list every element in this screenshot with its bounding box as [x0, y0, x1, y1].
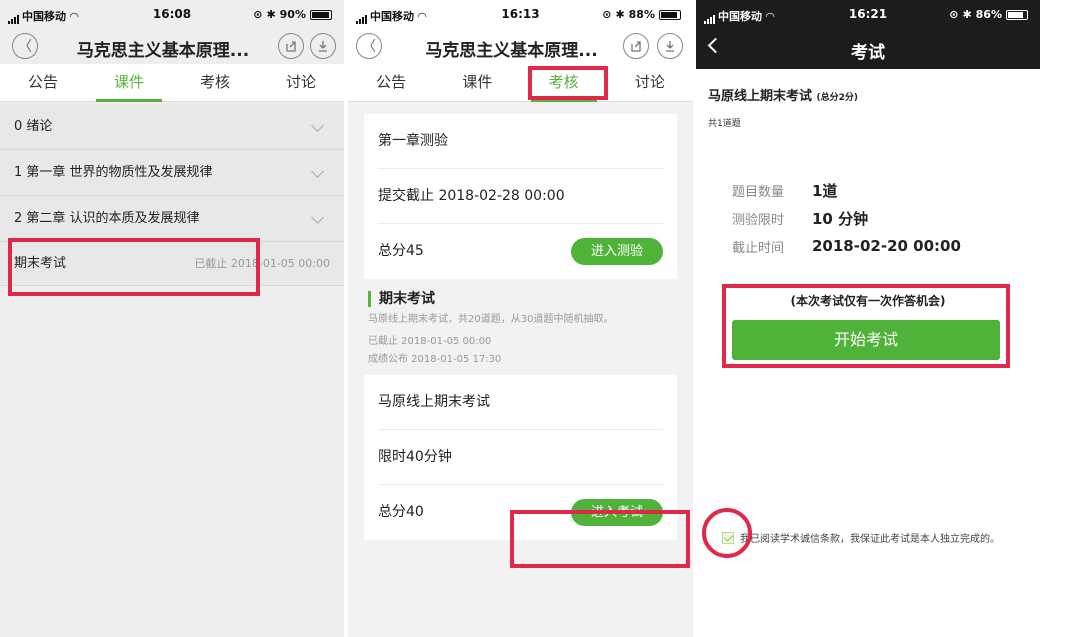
- nav-bar: 〈 马克思主义基本原理...: [0, 30, 344, 64]
- rotation-lock-icon: ⊙: [949, 8, 959, 21]
- question-count: 共1道题: [708, 119, 741, 129]
- nav-bar: 〈 马克思主义基本原理...: [348, 30, 693, 64]
- final-exam-row[interactable]: 期末考试 已截止 2018-01-05 00:00: [0, 242, 344, 286]
- share-icon: [631, 41, 641, 52]
- status-bar: 中国移动 ◠ 16:21 ⊙ ✱ 86%: [696, 0, 1040, 30]
- quiz-score: 总分45: [378, 243, 424, 259]
- battery-percent: 86%: [975, 8, 1002, 21]
- agreement-checkbox[interactable]: [722, 531, 734, 544]
- tab-announcement[interactable]: 公告: [0, 64, 86, 101]
- share-icon: [286, 41, 296, 52]
- info-row: 截止时间 2018-02-20 00:00: [732, 237, 961, 256]
- tab-discussion[interactable]: 讨论: [258, 64, 344, 101]
- rotation-lock-icon: ⊙: [253, 8, 263, 21]
- tab-courseware[interactable]: 课件: [434, 64, 520, 101]
- bluetooth-icon: ✱: [962, 8, 972, 21]
- exam-score: 总分40: [378, 504, 424, 520]
- rotation-lock-icon: ⊙: [602, 8, 612, 21]
- section-published: 成绩公布 2018-01-05 17:30: [368, 354, 502, 365]
- tab-announcement[interactable]: 公告: [348, 64, 434, 101]
- enter-exam-button[interactable]: 进入考试: [571, 499, 663, 526]
- panel-course-materials: 中国移动 ◠ 16:08 ⊙ ✱ 90% 〈 马克思主义基本原理... 公告 课…: [0, 0, 344, 637]
- download-button[interactable]: [657, 33, 683, 59]
- bluetooth-icon: ✱: [615, 8, 625, 21]
- start-exam-button[interactable]: 开始考试: [732, 320, 1000, 360]
- quiz-deadline: 提交截止 2018-02-28 00:00: [378, 169, 663, 224]
- chapter-row-1[interactable]: 1 第一章 世界的物质性及发展规律: [0, 150, 344, 196]
- enter-quiz-button[interactable]: 进入测验: [571, 238, 663, 265]
- panel-exam: 中国移动 ◠ 16:21 ⊙ ✱ 86% 考试 马原线上期末考试 (总分2分) …: [696, 0, 1040, 637]
- exam-card: 马原线上期末考试 限时40分钟 总分40 进入考试: [364, 375, 677, 540]
- battery-icon: [1006, 9, 1028, 20]
- page-title: 考试: [851, 43, 885, 63]
- back-button[interactable]: 〈: [356, 33, 382, 59]
- tab-bar: 公告 课件 考核 讨论: [348, 64, 693, 102]
- page-title: 马克思主义基本原理...: [76, 41, 250, 61]
- section-closed: 已截止 2018-01-05 00:00: [368, 336, 492, 347]
- download-button[interactable]: [310, 33, 336, 59]
- share-button[interactable]: [278, 33, 304, 59]
- status-bar: 中国移动 ◠ 16:13 ⊙ ✱ 88%: [348, 0, 693, 30]
- tab-discussion[interactable]: 讨论: [607, 64, 693, 101]
- nav-bar: 中国移动 ◠ 16:21 ⊙ ✱ 86% 考试: [696, 0, 1040, 69]
- exam-total-score: (总分2分): [816, 93, 859, 103]
- integrity-agreement: 我已阅读学术诚信条款，我保证此考试是本人独立完成的。: [722, 530, 1000, 545]
- download-icon: [319, 41, 327, 52]
- quiz-name: 第一章测验: [378, 114, 663, 169]
- back-button[interactable]: 〈: [12, 33, 38, 59]
- single-attempt-notice: (本次考试仅有一次作答机会): [790, 294, 946, 308]
- tab-assessment[interactable]: 考核: [172, 64, 258, 101]
- tab-bar: 公告 课件 考核 讨论: [0, 64, 344, 102]
- bluetooth-icon: ✱: [266, 8, 276, 21]
- quiz-card: 第一章测验 提交截止 2018-02-28 00:00 总分45 进入测验: [364, 114, 677, 279]
- agreement-text: 我已阅读学术诚信条款，我保证此考试是本人独立完成的。: [740, 534, 1000, 545]
- info-row: 测验限时 10 分钟: [732, 209, 869, 228]
- page-title: 马克思主义基本原理...: [425, 41, 598, 61]
- info-row: 题目数量 1道: [732, 181, 838, 200]
- battery-percent: 88%: [628, 8, 655, 21]
- final-exam-deadline: 已截止 2018-01-05 00:00: [194, 257, 330, 270]
- battery-icon: [659, 9, 681, 20]
- battery-icon: [310, 9, 332, 20]
- chevron-down-icon: [311, 211, 324, 224]
- exam-time-limit: 限时40分钟: [378, 430, 663, 485]
- exam-info: 题目数量 1道 测验限时 10 分钟 截止时间 2018-02-20 00:00: [732, 176, 961, 260]
- chevron-left-icon: 〈: [18, 39, 32, 55]
- battery-percent: 90%: [279, 8, 306, 21]
- final-exam-section: 期末考试 马原线上期末考试，共20道题，从30道题中随机抽取。 已截止 2018…: [348, 279, 693, 375]
- exam-name: 马原线上期末考试: [378, 375, 663, 430]
- tab-courseware[interactable]: 课件: [86, 64, 172, 102]
- panel-assessment: 中国移动 ◠ 16:13 ⊙ ✱ 88% 〈 马克思主义基本原理... 公告 课…: [348, 0, 693, 637]
- status-bar: 中国移动 ◠ 16:08 ⊙ ✱ 90%: [0, 0, 344, 30]
- section-heading: 期末考试: [368, 291, 669, 307]
- share-button[interactable]: [623, 33, 649, 59]
- exam-title: 马原线上期末考试 (总分2分): [708, 89, 859, 104]
- tab-assessment[interactable]: 考核: [521, 64, 607, 102]
- chevron-down-icon: [311, 165, 324, 178]
- chapter-row-intro[interactable]: 0 绪论: [0, 104, 344, 150]
- chevron-down-icon: [311, 119, 324, 132]
- chapter-row-2[interactable]: 2 第二章 认识的本质及发展规律: [0, 196, 344, 242]
- section-description: 马原线上期末考试，共20道题，从30道题中随机抽取。: [368, 314, 614, 325]
- chevron-left-icon: 〈: [362, 39, 376, 55]
- download-icon: [666, 41, 674, 52]
